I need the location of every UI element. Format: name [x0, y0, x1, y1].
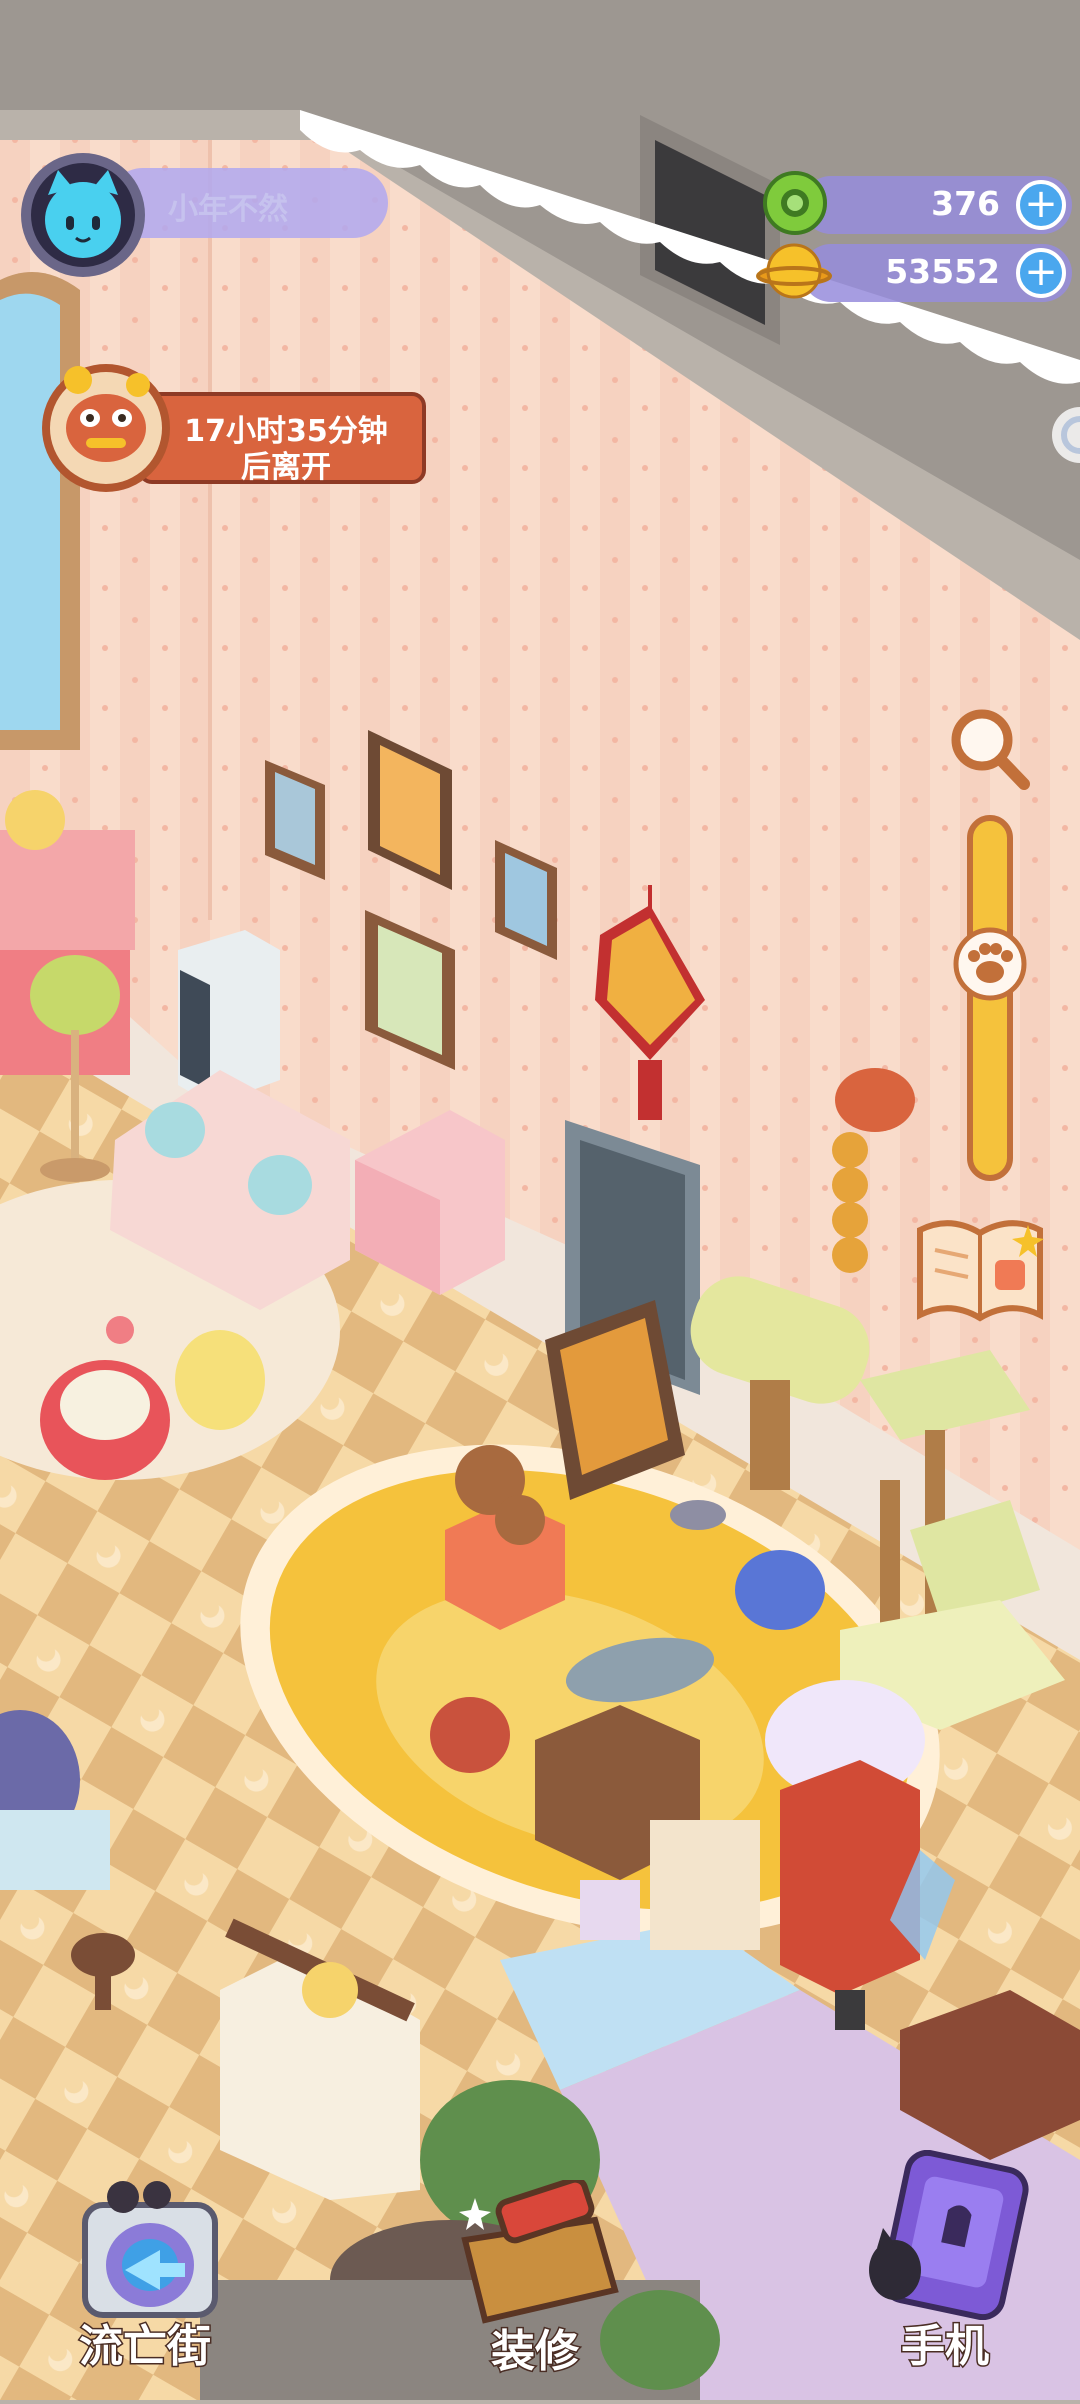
exile-street-label: 流亡街	[78, 2320, 213, 2374]
player-name: 小年不然	[168, 192, 288, 227]
decorate-label: 装修	[490, 2325, 581, 2379]
gold-planet-coin-icon	[756, 243, 832, 299]
phone-label: 手机	[900, 2320, 991, 2374]
timer-leave-text: 后离开	[241, 450, 331, 485]
coin-currency: 53552 +	[756, 243, 1072, 302]
player-name-pill: 小年不然	[108, 168, 388, 238]
toolbox-icon	[459, 2180, 619, 2324]
zoom-control	[940, 700, 1040, 1200]
add-coin-currency-button[interactable]: +	[1016, 248, 1066, 298]
magnifier-icon[interactable]	[940, 700, 1040, 800]
arched-window	[0, 272, 80, 750]
portal-machine-icon	[82, 2181, 218, 2318]
blue-cat-avatar-icon[interactable]	[18, 150, 148, 280]
leaf-currency: 376 +	[763, 171, 1072, 235]
side-menu-icon[interactable]	[1040, 400, 1080, 470]
visitor-departure-timer[interactable]: 17小时35分钟 后离开	[38, 350, 428, 500]
add-leaf-currency-button[interactable]: +	[1016, 180, 1066, 230]
green-leaf-coin-icon	[763, 171, 827, 235]
decorate-button[interactable]: 装修	[430, 2180, 640, 2385]
player-badge[interactable]: 小年不然	[18, 150, 388, 280]
phone-icon	[869, 2150, 1029, 2320]
lion-dance-visitor-icon	[42, 364, 170, 492]
phone-button[interactable]: 手机	[845, 2150, 1055, 2380]
coin-currency-value: 53552	[885, 252, 1000, 291]
exile-street-button[interactable]: 流亡街	[45, 2175, 255, 2380]
leaf-currency-value: 376	[931, 184, 1000, 223]
paw-handle-icon[interactable]	[953, 927, 1027, 1001]
timer-plate: 17小时35分钟 后离开	[138, 392, 426, 485]
zoom-slider-track[interactable]	[940, 810, 1040, 1190]
open-book-icon[interactable]	[910, 1215, 1050, 1330]
